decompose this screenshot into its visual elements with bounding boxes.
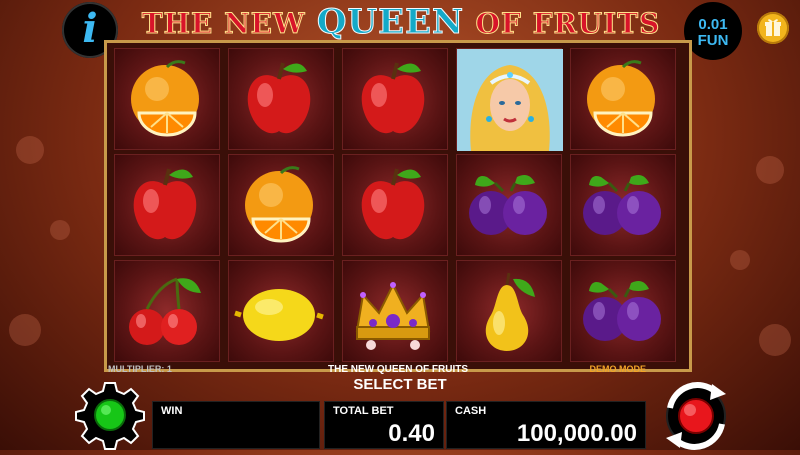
gift-button[interactable] — [757, 12, 789, 44]
lemon-icon — [234, 289, 324, 341]
reel-symbol-orange — [570, 48, 676, 150]
win-label: WIN — [161, 405, 183, 417]
apple-icon — [247, 62, 311, 134]
reel-symbol-apple — [342, 48, 448, 150]
queen-icon — [457, 49, 563, 151]
reels-grid[interactable] — [114, 48, 684, 366]
plum-icon — [583, 175, 661, 235]
settings-button[interactable] — [72, 380, 148, 450]
select-bet-button[interactable]: SELECT BET — [300, 376, 500, 393]
plum-icon — [469, 175, 547, 235]
info-bar: MULTIPLIER: 1 THE NEW QUEEN OF FRUITS DE… — [104, 364, 692, 376]
game-title: THE NEW QUEEN OF FRUITS — [118, 2, 684, 43]
apple-icon — [361, 62, 425, 134]
reel-symbol-plum — [570, 154, 676, 256]
orange-icon — [245, 166, 313, 243]
apple-icon — [361, 168, 425, 240]
gear-icon — [75, 382, 145, 450]
cherry-icon — [129, 277, 201, 345]
reel-symbol-orange — [228, 154, 334, 256]
spin-icon — [666, 382, 726, 450]
cash-label: CASH — [455, 405, 487, 417]
reel-symbol-apple — [342, 154, 448, 256]
title-part-3: OF FRUITS — [475, 7, 661, 41]
reel-symbol-queen — [456, 48, 563, 151]
reel-symbol-cherry — [114, 260, 220, 362]
plum-icon — [583, 281, 661, 341]
total-bet-label: TOTAL BET — [333, 405, 394, 417]
orange-icon — [131, 60, 199, 137]
title-part-1: THE NEW — [141, 7, 306, 41]
reel-symbol-crown — [342, 260, 448, 362]
gift-icon — [765, 19, 781, 36]
win-panel: WIN — [152, 401, 320, 449]
crown-icon — [355, 282, 431, 350]
reel-symbol-pear — [456, 260, 562, 362]
cash-value: 100,000.00 — [516, 420, 637, 447]
pear-icon — [485, 272, 535, 351]
spin-button[interactable] — [650, 378, 742, 450]
reel-symbol-plum — [456, 154, 562, 256]
reel-symbol-apple — [228, 48, 334, 150]
credit-mode: FUN — [697, 32, 729, 49]
reel-symbol-apple — [114, 154, 220, 256]
reel-symbol-plum — [570, 260, 676, 362]
cash-panel: CASH 100,000.00 — [446, 401, 646, 449]
total-bet-panel[interactable]: TOTAL BET 0.40 — [324, 401, 444, 449]
reel-symbol-lemon — [228, 260, 334, 362]
orange-icon — [587, 60, 655, 137]
credit-value: 0.01 — [698, 16, 728, 33]
apple-icon — [133, 168, 197, 240]
reel-symbol-orange — [114, 48, 220, 150]
total-bet-value: 0.40 — [388, 420, 435, 447]
demo-mode-label: DEMO MODE — [589, 364, 646, 374]
credit-mode-button[interactable]: 0.01 FUN — [684, 2, 742, 60]
title-part-2: QUEEN — [316, 2, 465, 43]
